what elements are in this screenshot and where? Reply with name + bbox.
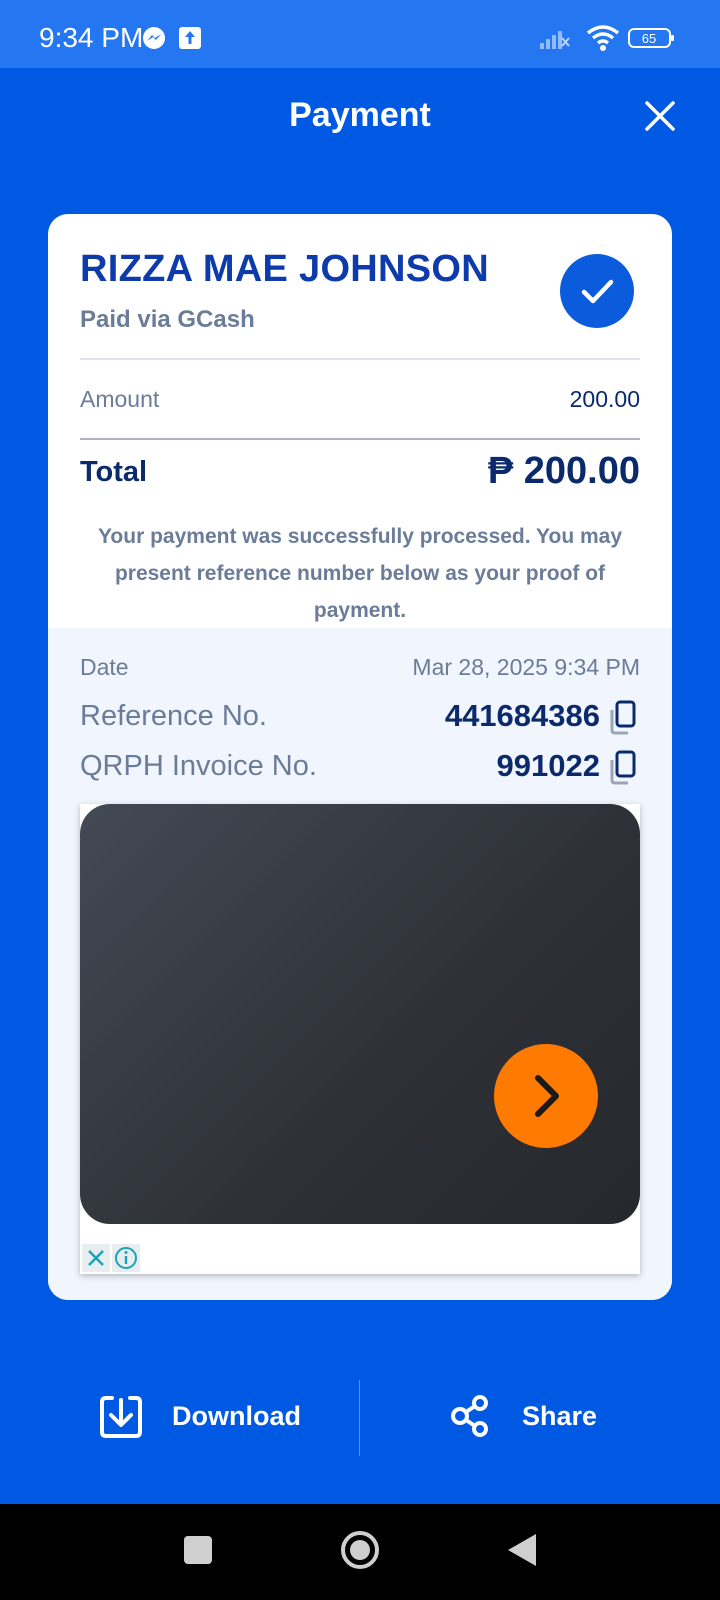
copy-invoice-icon[interactable] [608,750,638,786]
chevron-right-icon [535,1075,559,1117]
ad-info-icon[interactable] [112,1244,140,1272]
share-icon[interactable] [450,1394,490,1438]
total-value: ₱ 200.00 [487,450,640,492]
signal-icon [540,31,570,49]
battery-level: 65 [642,31,656,46]
download-icon[interactable] [98,1394,144,1440]
details-section: Date Mar 28, 2025 9:34 PM Reference No. … [48,628,672,1300]
page-title: Payment [289,96,431,134]
ad-banner[interactable] [80,804,640,1274]
invoice-label: QRPH Invoice No. [80,750,317,782]
divider [80,438,640,440]
copy-reference-icon[interactable] [608,700,638,736]
battery-icon: 65 [628,28,674,48]
status-time: 9:34 PM [39,22,144,53]
messenger-icon [143,27,165,49]
total-label: Total [80,456,148,488]
reference-value: 441684386 [444,698,600,733]
divider [359,1380,360,1456]
receipt-card: RIZZA MAE JOHNSON Paid via GCash Amount … [48,214,672,1300]
back-icon[interactable] [506,1532,538,1568]
ad-close-icon[interactable] [82,1244,110,1272]
payer-name: RIZZA MAE JOHNSON [80,248,490,290]
reference-label: Reference No. [80,700,267,732]
action-bar: Download Share [0,1380,720,1456]
close-icon[interactable] [642,98,678,134]
share-button[interactable]: Share [522,1401,597,1432]
date-value: Mar 28, 2025 9:34 PM [412,654,640,680]
date-label: Date [80,654,129,680]
header: Payment [0,68,720,168]
recents-icon[interactable] [182,1534,214,1566]
status-bar: 9:34 PM 65 [0,0,720,68]
divider [80,358,640,360]
success-note: Your payment was successfully processed.… [97,525,623,622]
home-icon[interactable] [340,1530,380,1570]
payment-method: Paid via GCash [80,306,255,333]
amount-value: 200.00 [569,386,640,412]
success-check-icon [560,254,634,328]
system-nav-bar [0,1504,720,1600]
upload-icon [179,27,201,49]
ad-next-button[interactable] [494,1044,598,1148]
download-button[interactable]: Download [172,1401,301,1432]
amount-label: Amount [80,386,160,412]
wifi-icon [586,25,620,51]
invoice-value: 991022 [496,748,600,783]
ad-image[interactable] [80,804,640,1224]
